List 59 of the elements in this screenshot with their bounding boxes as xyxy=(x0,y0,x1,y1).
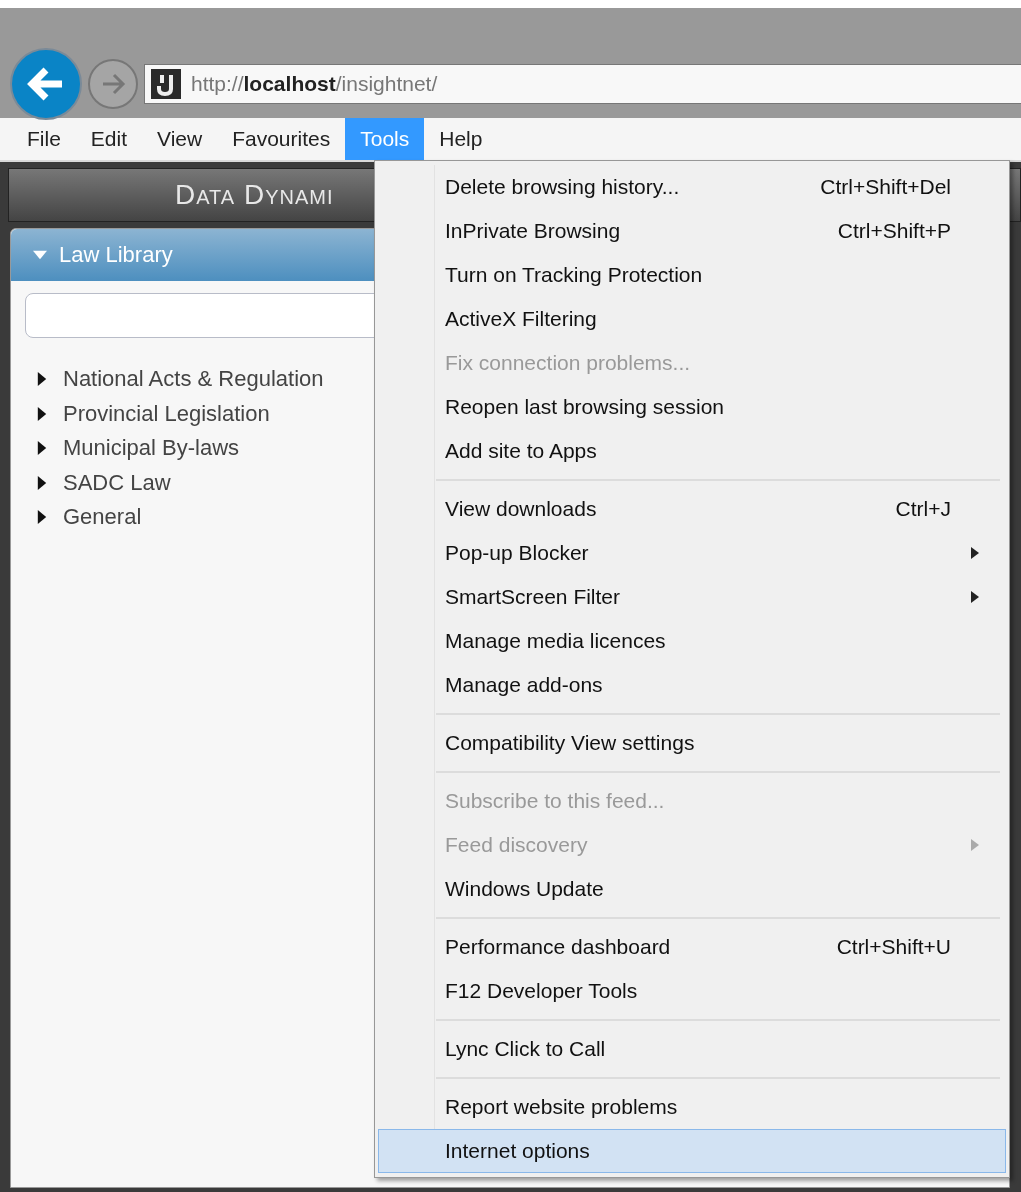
menu-item-label: Reopen last browsing session xyxy=(445,395,725,419)
menu-item[interactable]: Internet options xyxy=(378,1129,1006,1173)
menu-item[interactable]: F12 Developer Tools xyxy=(378,969,1006,1013)
forward-arrow-icon xyxy=(100,72,126,96)
menu-item[interactable]: Manage add-ons xyxy=(378,663,1006,707)
menu-bar-item[interactable]: View xyxy=(142,118,218,160)
menu-item-label: Windows Update xyxy=(445,877,605,901)
tree-item[interactable]: National Acts & Regulation xyxy=(63,366,324,393)
menu-item-label: Pop-up Blocker xyxy=(445,541,590,565)
menu-item-label: Delete browsing history... xyxy=(445,175,681,199)
menu-item[interactable]: SmartScreen Filter xyxy=(378,575,1006,619)
menu-item[interactable]: Compatibility View settings xyxy=(378,721,1006,765)
shortcut-text: Ctrl+Shift+P xyxy=(837,219,951,243)
tree-item[interactable]: Municipal By-laws xyxy=(63,435,240,462)
menu-item[interactable]: Windows Update xyxy=(378,867,1006,911)
menu-item-label: Manage add-ons xyxy=(445,673,604,697)
menu-item[interactable]: ActiveX Filtering xyxy=(378,297,1006,341)
menu-item-label: Performance dashboard xyxy=(445,935,672,959)
menu-item-label: Fix connection problems... xyxy=(445,351,692,375)
shortcut-text: Ctrl+J xyxy=(895,497,951,521)
menu-item[interactable]: Turn on Tracking Protection xyxy=(378,253,1006,297)
menu-item-label: F12 Developer Tools xyxy=(445,979,639,1003)
panel-title: Law Library xyxy=(59,242,173,268)
menu-item[interactable]: Reopen last browsing session xyxy=(378,385,1006,429)
menu-bar-item[interactable]: Edit xyxy=(75,118,143,160)
menu-item[interactable]: InPrivate Browsing Ctrl+Shift+P xyxy=(378,209,1006,253)
menu-item[interactable]: Report website problems xyxy=(378,1085,1006,1129)
shortcut-text: Ctrl+Shift+U xyxy=(836,935,951,959)
url-text: http://localhost/insightnet/ xyxy=(191,72,438,96)
menu-bar-item[interactable]: Help xyxy=(424,118,498,160)
menu-item-label: Lync Click to Call xyxy=(445,1037,607,1061)
menu-item[interactable]: Performance dashboard Ctrl+Shift+U xyxy=(378,925,1006,969)
menu-item-label: Compatibility View settings xyxy=(445,731,696,755)
menu-item[interactable]: Add site to Apps xyxy=(378,429,1006,473)
menu-bar-item[interactable]: Favourites xyxy=(217,118,346,160)
menu-bar-item[interactable]: File xyxy=(12,118,76,160)
tree-item[interactable]: Provincial Legislation xyxy=(63,400,270,427)
menu-item-label: View downloads xyxy=(445,497,598,521)
menu-item[interactable]: Pop-up Blocker xyxy=(378,531,1006,575)
banner-title: Data Dynami xyxy=(175,179,334,211)
menu-item[interactable]: Manage media licences xyxy=(378,619,1006,663)
menu-item-label: Feed discovery xyxy=(445,833,589,857)
address-bar[interactable]: http://localhost/insightnet/ xyxy=(144,64,1021,104)
menu-item-label: ActiveX Filtering xyxy=(445,307,598,331)
menu-item-label: Report website problems xyxy=(445,1095,679,1119)
shortcut-text: Ctrl+Shift+Del xyxy=(820,175,951,199)
menu-item-label: Add site to Apps xyxy=(445,439,598,463)
menu-item-label: Manage media licences xyxy=(445,629,667,653)
menu-item[interactable]: Delete browsing history... Ctrl+Shift+Del xyxy=(378,165,1006,209)
site-favicon-icon xyxy=(151,69,181,99)
menu-item[interactable]: Lync Click to Call xyxy=(378,1027,1006,1071)
menu-item-label: Turn on Tracking Protection xyxy=(445,263,704,287)
menu-item-label: InPrivate Browsing xyxy=(445,219,622,243)
menu-item-label: Subscribe to this feed... xyxy=(445,789,666,813)
menu-item-label: Internet options xyxy=(445,1139,591,1163)
menu-item[interactable]: View downloads Ctrl+J xyxy=(378,487,1006,531)
tree-item[interactable]: General xyxy=(63,504,142,531)
tree-item[interactable]: SADC Law xyxy=(63,469,171,496)
menu-item-label: SmartScreen Filter xyxy=(445,585,622,609)
